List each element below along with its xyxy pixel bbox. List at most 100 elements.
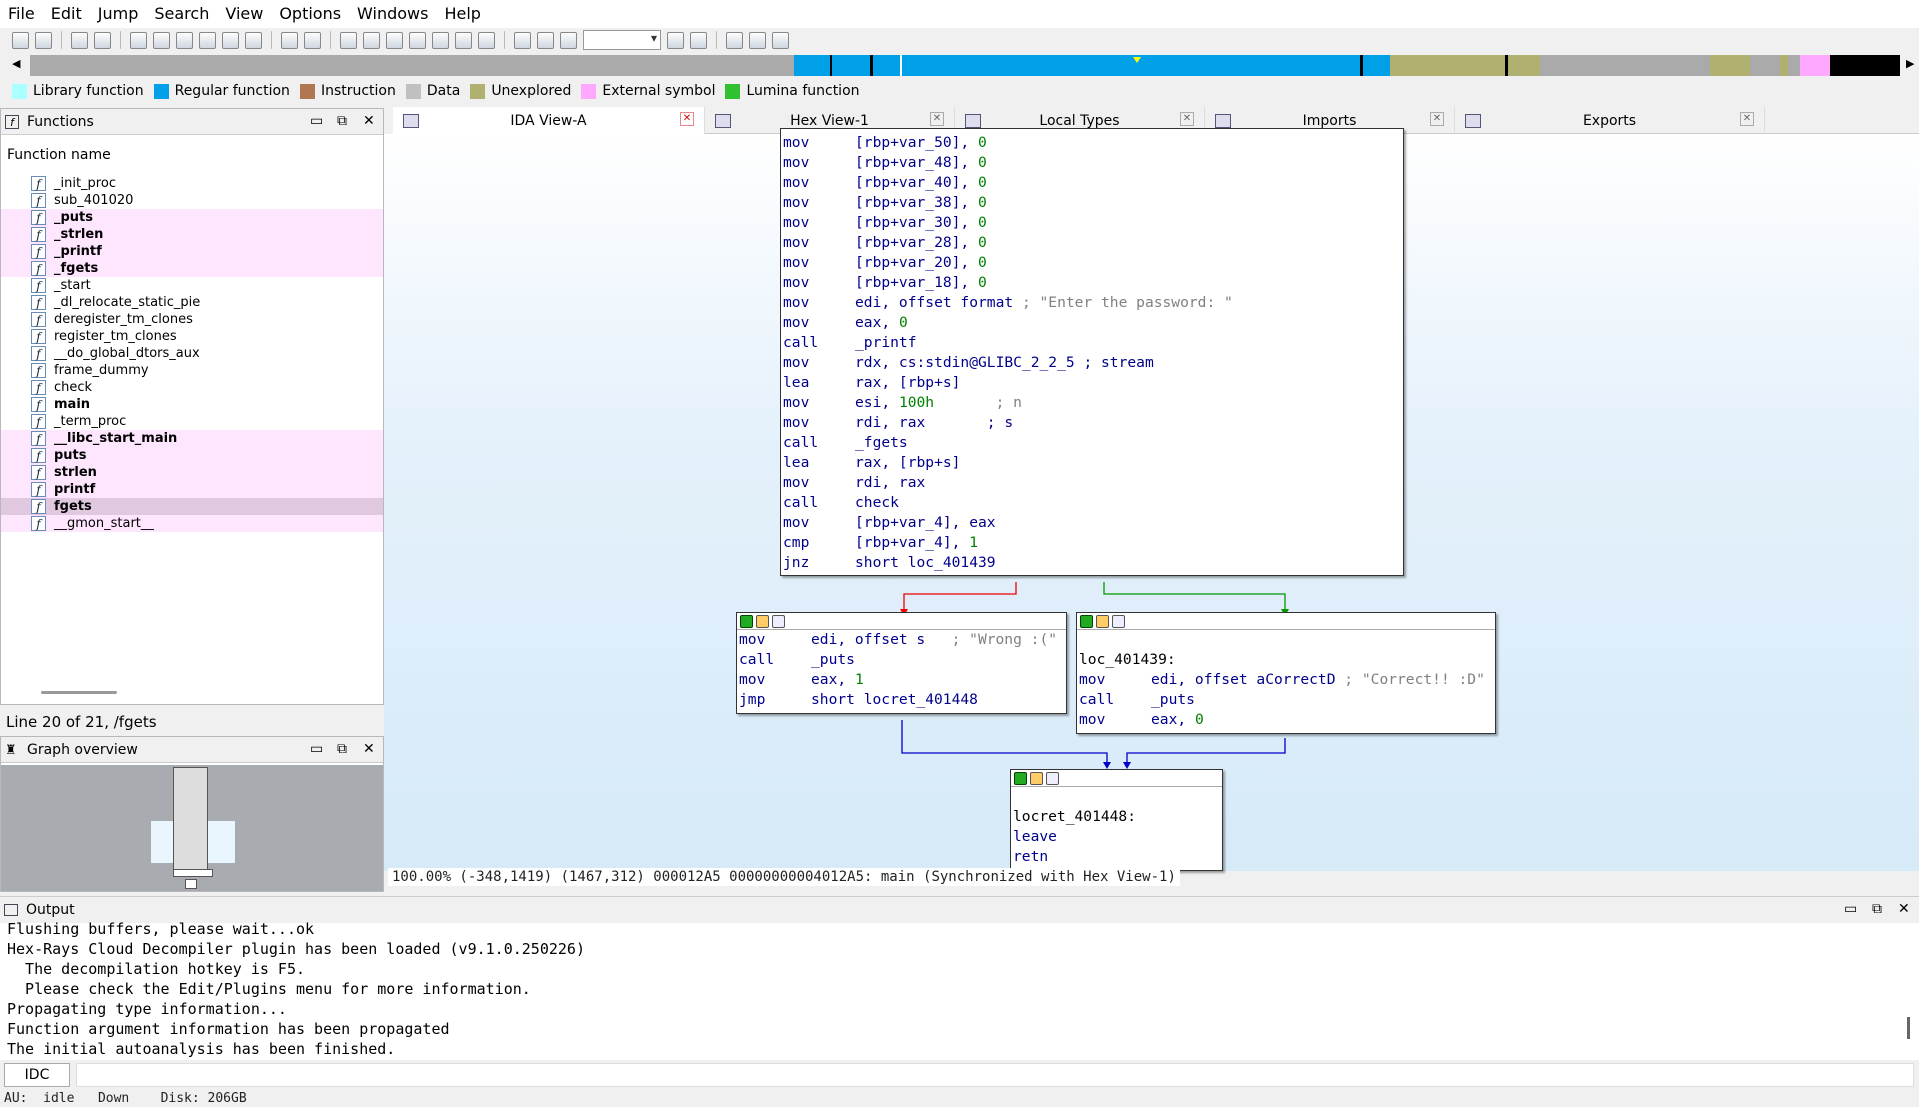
color-icon[interactable] — [740, 614, 753, 628]
close-icon[interactable]: ✕ — [680, 112, 694, 126]
jump-icon[interactable] — [222, 31, 239, 49]
debugger-select[interactable] — [583, 30, 661, 50]
asm-line[interactable]: call check — [781, 493, 1403, 513]
tab-exports[interactable]: Exports ✕ — [1455, 107, 1765, 134]
asm-line[interactable]: lea rax, [rbp+s] — [781, 373, 1403, 393]
asm-line[interactable]: mov [rbp+var_4], eax — [781, 513, 1403, 533]
group-icon[interactable] — [1046, 771, 1059, 785]
close-icon[interactable]: ✕ — [1898, 901, 1910, 917]
function-item[interactable]: f _strlen — [1, 226, 383, 243]
open-icon[interactable] — [12, 31, 29, 49]
pseudocode-icon[interactable] — [690, 31, 707, 49]
restore-icon[interactable]: ⧉ — [1872, 901, 1882, 917]
stop-icon[interactable] — [478, 31, 495, 49]
code-icon[interactable] — [130, 31, 147, 49]
asm-line[interactable]: mov rdi, rax — [781, 473, 1403, 493]
forward-icon[interactable] — [94, 31, 111, 49]
asm-line[interactable]: mov edi, offset format ; "Enter the passw… — [781, 293, 1403, 313]
function-item[interactable]: f printf — [1, 481, 383, 498]
asm-line[interactable]: call _puts — [737, 650, 1066, 670]
ida-graph-view[interactable]: mov [rbp+var_50], 0 mov [rbp+var_48], 0 mov [… — [384, 128, 1919, 871]
save-icon[interactable] — [35, 31, 52, 49]
segments-icon[interactable] — [340, 31, 357, 49]
asm-line[interactable]: mov eax, 1 — [737, 670, 1066, 690]
wrong-code-block[interactable]: mov edi, offset s ; "Wrong :(" call _puts mo… — [736, 612, 1067, 714]
tab-ida-view-a[interactable]: IDA View-A ✕ — [393, 107, 705, 134]
asm-line[interactable]: mov edi, offset s ; "Wrong :(" — [737, 630, 1066, 650]
menu-file[interactable]: File — [0, 0, 43, 28]
asm-line[interactable]: cmp [rbp+var_4], 1 — [781, 533, 1403, 553]
menu-help[interactable]: Help — [436, 0, 488, 28]
maximize-icon[interactable]: ▭ — [310, 113, 323, 129]
strings-icon[interactable] — [409, 31, 426, 49]
function-item[interactable]: f __gmon_start__ — [1, 515, 383, 532]
horizontal-scrollbar[interactable] — [41, 691, 117, 694]
idc-language-button[interactable]: IDC — [4, 1063, 70, 1087]
asm-line[interactable]: mov [rbp+var_20], 0 — [781, 253, 1403, 273]
undefine-icon[interactable] — [199, 31, 216, 49]
function-item[interactable]: f _dl_relocate_static_pie — [1, 294, 383, 311]
asm-line[interactable]: mov [rbp+var_38], 0 — [781, 193, 1403, 213]
list-icon[interactable] — [726, 31, 743, 49]
column-header[interactable]: Function name — [7, 147, 111, 163]
output-log[interactable]: Flushing buffers, please wait...ok Hex-Ra… — [0, 919, 1900, 1061]
asm-line[interactable]: call _puts — [1077, 690, 1495, 710]
breakpoint-icon[interactable] — [432, 31, 449, 49]
asm-line[interactable]: mov eax, 0 — [1077, 710, 1495, 730]
restore-icon[interactable]: ⧉ — [337, 113, 347, 129]
close-icon[interactable]: ✕ — [363, 741, 375, 757]
function-item[interactable]: f sub_401020 — [1, 192, 383, 209]
edit-icon[interactable] — [1030, 771, 1043, 785]
lumina-icon[interactable] — [304, 31, 321, 49]
maximize-icon[interactable]: ▭ — [1844, 901, 1857, 917]
asm-line[interactable]: mov [rbp+var_50], 0 — [781, 133, 1403, 153]
asm-line[interactable]: mov [rbp+var_48], 0 — [781, 153, 1403, 173]
menu-options[interactable]: Options — [271, 0, 349, 28]
edit-icon[interactable] — [756, 614, 769, 628]
back-icon[interactable] — [71, 31, 88, 49]
pause-icon[interactable] — [537, 31, 554, 49]
function-item[interactable]: f puts — [1, 447, 383, 464]
nav-left-arrow[interactable]: ◀ — [12, 57, 20, 70]
graph-overview-canvas[interactable] — [1, 765, 383, 891]
cfg-icon[interactable] — [667, 31, 684, 49]
function-item[interactable]: f frame_dummy — [1, 362, 383, 379]
color-icon[interactable] — [1080, 614, 1093, 628]
restore-icon[interactable]: ⧉ — [337, 741, 347, 757]
correct-code-block[interactable]: loc_401439: mov edi, offset aCorrectD ; "… — [1076, 612, 1496, 734]
stop-debug-icon[interactable] — [560, 31, 577, 49]
function-item[interactable]: f _puts — [1, 209, 383, 226]
asm-line[interactable]: mov rdx, cs:stdin@GLIBC_2_2_5 ; stream — [781, 353, 1403, 373]
function-item[interactable]: f __libc_start_main — [1, 430, 383, 447]
menu-search[interactable]: Search — [146, 0, 217, 28]
close-icon[interactable]: ✕ — [1740, 112, 1754, 126]
maximize-icon[interactable]: ▭ — [310, 741, 323, 757]
asm-line[interactable]: jnz short loc_401439 — [781, 553, 1403, 573]
function-item[interactable]: f strlen — [1, 464, 383, 481]
function-item[interactable]: f _printf — [1, 243, 383, 260]
asm-line[interactable]: mov [rbp+var_40], 0 — [781, 173, 1403, 193]
asm-line[interactable]: call _printf — [781, 333, 1403, 353]
function-item[interactable]: f main — [1, 396, 383, 413]
function-item[interactable]: f _term_proc — [1, 413, 383, 430]
ret-code-block[interactable]: locret_401448: leave retn — [1010, 769, 1223, 871]
color-icon[interactable] — [1014, 771, 1027, 785]
close-icon[interactable]: ✕ — [1430, 112, 1444, 126]
asm-line[interactable]: lea rax, [rbp+s] — [781, 453, 1403, 473]
function-item[interactable]: f deregister_tm_clones — [1, 311, 383, 328]
asm-line[interactable]: call _fgets — [781, 433, 1403, 453]
function-item[interactable]: f fgets — [1, 498, 383, 515]
asm-line[interactable]: mov eax, 0 — [781, 313, 1403, 333]
nav-right-arrow[interactable]: ▶ — [1906, 57, 1914, 70]
indent-icon[interactable] — [749, 31, 766, 49]
asm-line[interactable]: mov [rbp+var_28], 0 — [781, 233, 1403, 253]
functions-icon[interactable] — [386, 31, 403, 49]
function-item[interactable]: f _init_proc — [1, 175, 383, 192]
graph-icon[interactable] — [281, 31, 298, 49]
struct-icon[interactable] — [176, 31, 193, 49]
asm-line[interactable]: leave — [1011, 827, 1222, 847]
outdent-icon[interactable] — [772, 31, 789, 49]
function-item[interactable]: f register_tm_clones — [1, 328, 383, 345]
close-icon[interactable]: ✕ — [363, 113, 375, 129]
asm-line[interactable]: mov edi, offset aCorrectD ; "Correct!! :D… — [1077, 670, 1495, 690]
